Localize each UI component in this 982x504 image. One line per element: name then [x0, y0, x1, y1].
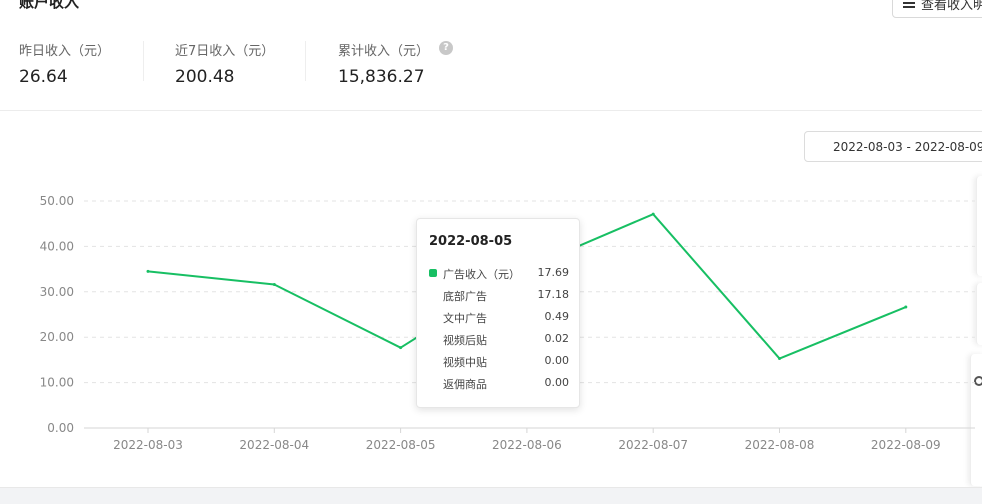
tooltip-row-ad-income: 广告收入（元） 17.69	[429, 266, 569, 286]
footer-band	[0, 487, 982, 504]
tooltip-row-value: 17.69	[537, 266, 570, 279]
y-tick-label: 30.00	[40, 285, 74, 299]
tooltip-row: 视频后贴 0.02	[429, 332, 569, 352]
y-tick-label: 10.00	[40, 376, 74, 390]
y-tick-label: 40.00	[40, 239, 74, 253]
x-tick-label: 2022-08-03	[113, 438, 183, 452]
tooltip-row-label: 返佣商品	[443, 378, 487, 391]
tooltip-row: 文中广告 0.49	[429, 310, 569, 330]
data-point[interactable]	[272, 283, 276, 287]
data-point[interactable]	[399, 346, 403, 350]
chart-tooltip: 2022-08-05 广告收入（元） 17.69 底部广告 17.18 文中广告…	[416, 218, 580, 408]
series-marker-icon	[429, 269, 437, 277]
data-point[interactable]	[146, 269, 150, 273]
x-tick-label: 2022-08-04	[239, 438, 309, 452]
tooltip-row-value: 0.00	[544, 354, 570, 367]
tooltip-row-label: 视频中贴	[443, 356, 487, 369]
tooltip-row-label: 文中广告	[443, 312, 487, 325]
tooltip-date: 2022-08-05	[429, 234, 513, 249]
tooltip-row-value: 0.00	[544, 376, 570, 389]
data-point[interactable]	[778, 357, 781, 361]
data-point[interactable]	[904, 305, 908, 309]
x-tick-label: 2022-08-07	[618, 438, 688, 452]
tooltip-row-value: 0.49	[544, 310, 570, 323]
y-tick-label: 20.00	[40, 330, 74, 344]
y-tick-label: 50.00	[40, 194, 74, 208]
tooltip-row: 底部广告 17.18	[429, 288, 569, 308]
x-tick-label: 2022-08-05	[366, 438, 436, 452]
data-point[interactable]	[651, 212, 655, 216]
x-tick-label: 2022-08-06	[492, 438, 562, 452]
tooltip-row: 返佣商品 0.00	[429, 376, 569, 396]
tooltip-row: 视频中贴 0.00	[429, 354, 569, 374]
tooltip-row-value: 17.18	[537, 288, 570, 301]
tooltip-row-label: 视频后贴	[443, 334, 487, 347]
y-tick-label: 0.00	[47, 421, 74, 435]
x-tick-label: 2022-08-09	[871, 438, 941, 452]
tooltip-row-label: 广告收入（元）	[443, 268, 520, 281]
x-tick-label: 2022-08-08	[745, 438, 815, 452]
tooltip-row-value: 0.02	[544, 332, 570, 345]
tooltip-row-label: 底部广告	[443, 290, 487, 303]
